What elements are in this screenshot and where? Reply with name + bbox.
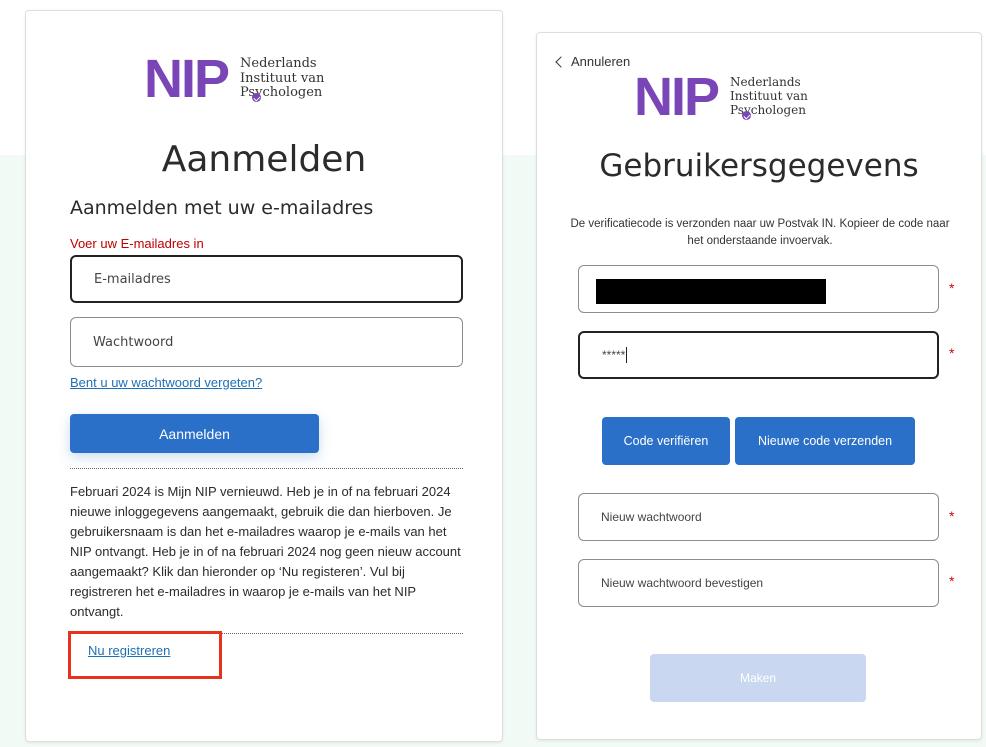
- logo-line-1: Nederlands: [730, 75, 801, 90]
- password-input[interactable]: Wachtwoord: [70, 317, 463, 367]
- new-password-input[interactable]: Nieuw wachtwoord: [578, 493, 939, 541]
- email-input[interactable]: E-mailadres: [70, 255, 463, 303]
- code-value: *****: [602, 348, 626, 362]
- nip-logo: NIP Nederlands Instituut van Psychologen: [634, 67, 808, 127]
- signin-button[interactable]: Aanmelden: [70, 414, 319, 453]
- verified-email-field[interactable]: [578, 265, 939, 313]
- redacted-email-value: [596, 279, 826, 304]
- cancel-label: Annuleren: [571, 54, 631, 69]
- nip-logo: NIP Nederlands Instituut van Psychologen: [144, 49, 325, 109]
- nip-logo-text: Nederlands Instituut van Psychologen: [730, 75, 808, 117]
- password-placeholder: Wachtwoord: [93, 334, 174, 350]
- chevron-left-icon: [555, 55, 567, 68]
- required-marker: *: [949, 280, 955, 296]
- required-marker: *: [949, 508, 955, 524]
- confirm-password-input[interactable]: Nieuw wachtwoord bevestigen: [578, 559, 939, 607]
- cancel-button[interactable]: Annuleren: [555, 54, 631, 69]
- divider: [70, 468, 463, 469]
- logo-line-2: Instituut van: [240, 70, 325, 86]
- nip-logo-mark: NIP: [634, 67, 720, 127]
- nip-logo-mark: NIP: [144, 49, 230, 109]
- check-badge-icon: [742, 111, 751, 120]
- confirm-password-placeholder: Nieuw wachtwoord bevestigen: [601, 576, 764, 590]
- info-text: Februari 2024 is Mijn NIP vernieuwd. Heb…: [70, 484, 461, 619]
- email-error-message: Voer uw E-mailadres in: [70, 236, 204, 251]
- page-title: Gebruikersgegevens: [599, 148, 919, 184]
- required-marker: *: [949, 345, 955, 361]
- page-title: Aanmelden: [161, 139, 367, 180]
- new-password-placeholder: Nieuw wachtwoord: [601, 510, 702, 524]
- text-caret: [626, 347, 628, 363]
- verification-message: De verificatiecode is verzonden naar uw …: [570, 218, 950, 247]
- logo-line-1: Nederlands: [240, 55, 317, 71]
- required-marker: *: [949, 573, 955, 589]
- resend-code-button[interactable]: Nieuwe code verzenden: [735, 417, 915, 465]
- logo-line-2: Instituut van: [730, 89, 808, 104]
- page-subtitle: Aanmelden met uw e-mailadres: [70, 197, 374, 219]
- register-highlight-box: [68, 631, 222, 679]
- forgot-password-link[interactable]: Bent u uw wachtwoord vergeten?: [70, 375, 262, 390]
- verify-code-button[interactable]: Code verifiëren: [602, 417, 730, 465]
- register-panel: Annuleren NIP Nederlands Instituut van P…: [536, 32, 982, 740]
- signin-panel: NIP Nederlands Instituut van Psychologen…: [25, 10, 503, 742]
- verification-code-input[interactable]: *****: [578, 331, 939, 379]
- check-badge-icon: [252, 93, 261, 102]
- create-button[interactable]: Maken: [650, 654, 866, 702]
- email-placeholder: E-mailadres: [94, 271, 171, 287]
